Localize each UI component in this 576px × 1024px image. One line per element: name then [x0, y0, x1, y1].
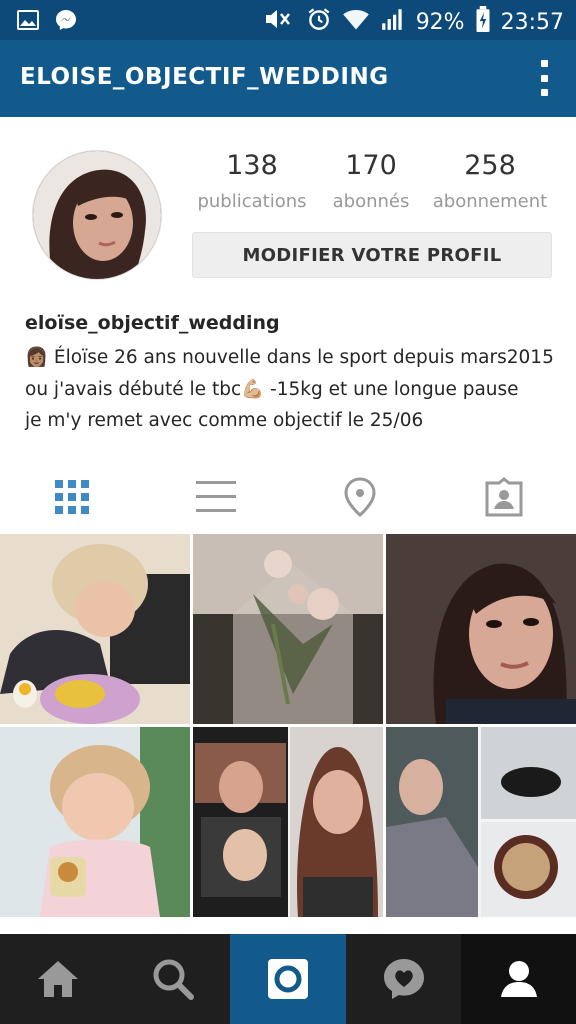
profile-view-tabs [0, 462, 576, 532]
alarm-icon [306, 6, 332, 38]
search-icon[interactable] [115, 934, 230, 1024]
bio-line: je m'y remet avec comme objectif le 25/0… [25, 410, 424, 431]
avatar[interactable] [32, 150, 162, 280]
stat-following[interactable]: 258 abonnement [430, 150, 550, 212]
post-toddler-snack[interactable] [0, 727, 190, 917]
bottom-navigation [0, 934, 576, 1024]
stat-followers-label: abonnés [332, 191, 410, 212]
stat-publications: 138 publications [192, 150, 312, 212]
wifi-icon [342, 6, 370, 38]
camera-icon[interactable] [230, 934, 346, 1024]
location-pin-icon[interactable] [336, 474, 384, 520]
bio-line: 👩🏽 Éloïse 26 ans nouvelle dans le sport … [25, 347, 554, 368]
post-selfie[interactable] [386, 534, 576, 724]
overflow-menu-icon[interactable] [538, 60, 550, 96]
page-title: ELOISE_OBJECTIF_WEDDING [20, 64, 389, 90]
post-child-eating[interactable] [0, 534, 190, 724]
bio-line: ou j'avais débuté le tbc💪🏼 -15kg et une … [25, 378, 519, 400]
app-bar: ELOISE_OBJECTIF_WEDDING [0, 40, 576, 117]
profile-bio: 👩🏽 Éloïse 26 ans nouvelle dans le sport … [25, 342, 555, 437]
battery-icon [475, 6, 491, 38]
tagged-photos-icon[interactable] [480, 474, 528, 520]
post-flowers-vase[interactable] [193, 534, 383, 724]
signal-icon [380, 6, 406, 38]
edit-profile-button[interactable]: MODIFIER VOTRE PROFIL [192, 232, 552, 278]
stat-followers-count: 170 [345, 150, 397, 181]
messenger-icon [54, 8, 78, 32]
list-icon[interactable] [192, 474, 240, 520]
stat-following-label: abonnement [432, 191, 548, 212]
profile-username: eloïse_objectif_wedding [25, 312, 280, 334]
gallery-icon [16, 8, 40, 32]
grid-icon[interactable] [48, 474, 96, 520]
activity-heart-icon[interactable] [346, 934, 461, 1024]
post-screenshot-collage[interactable] [193, 727, 383, 917]
stat-followers[interactable]: 170 abonnés [311, 150, 431, 212]
profile-icon[interactable] [461, 934, 576, 1024]
post-cat-coffee-collage[interactable] [386, 727, 576, 917]
stat-publications-count: 138 [226, 150, 278, 181]
battery-percent: 92% [415, 9, 465, 35]
status-bar: 92% 23:57 [0, 0, 576, 40]
mute-icon [262, 6, 296, 38]
stat-following-count: 258 [464, 150, 516, 181]
home-icon[interactable] [0, 934, 115, 1024]
posts-grid [0, 534, 576, 934]
stat-publications-label: publications [197, 191, 307, 212]
clock-time: 23:57 [500, 9, 564, 35]
